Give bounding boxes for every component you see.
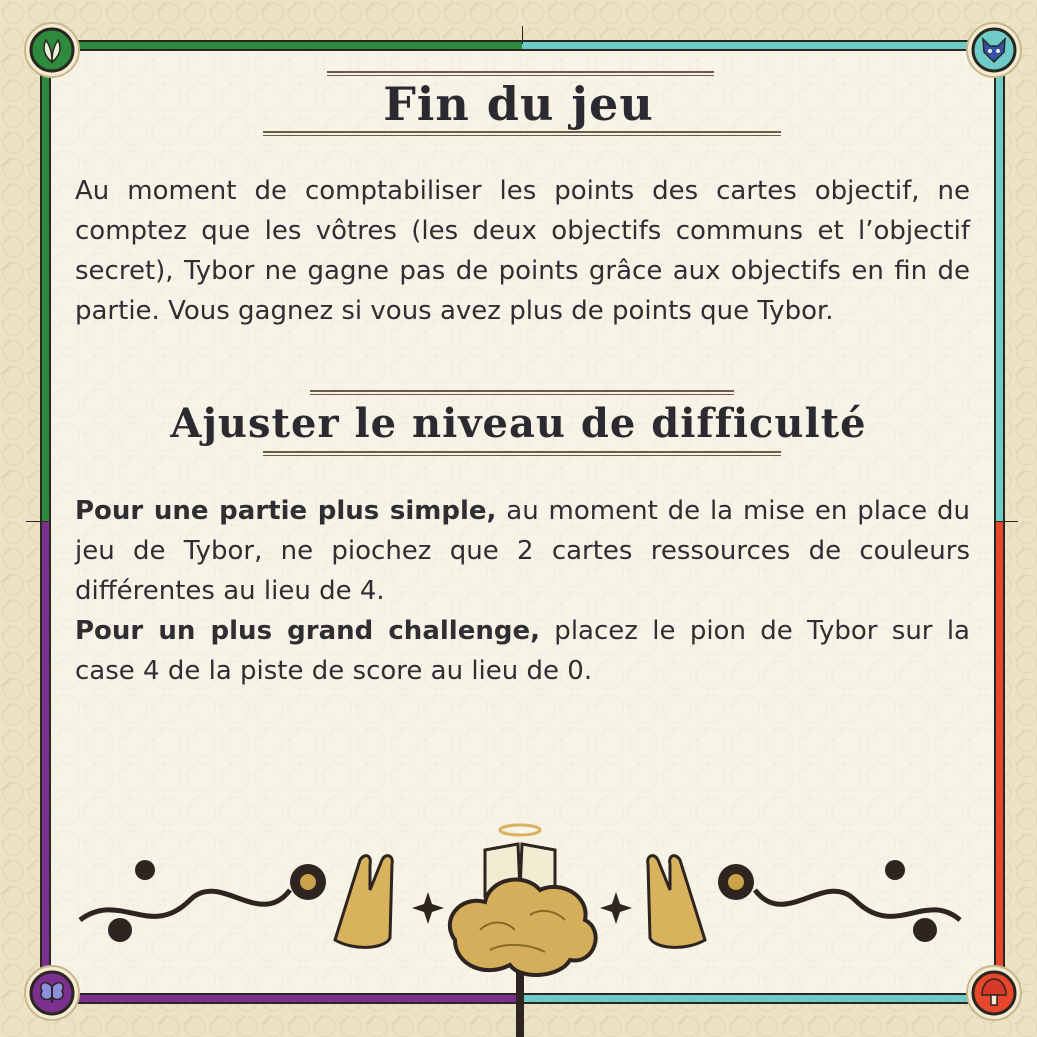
title-rule-bottom <box>263 131 781 133</box>
section-1-paragraph: Au moment de comptabiliser les points de… <box>75 171 970 331</box>
section-title-difficulty: Ajuster le niveau de difficulté <box>170 400 867 447</box>
sparkle-left-icon <box>412 892 444 924</box>
frame-top-teal <box>522 40 998 51</box>
tree-trunk <box>516 970 524 1037</box>
center-tick-top <box>522 26 523 44</box>
halo-icon <box>498 823 542 837</box>
golden-tree-canopy <box>447 877 598 978</box>
center-tick-left <box>26 521 48 522</box>
title-rule-top <box>327 71 714 73</box>
hand-left-icon <box>333 854 394 949</box>
flower-right-2 <box>913 918 937 942</box>
section-2-paragraphs: Pour une partie plus simple, au moment d… <box>75 491 970 691</box>
title-rule-bottom-thin <box>263 455 781 456</box>
title-rule-bottom <box>263 451 781 453</box>
flower-right <box>885 860 905 880</box>
vine-left <box>78 888 292 923</box>
title-rule-bottom-thin <box>263 135 781 136</box>
easy-mode-paragraph: Pour une partie plus simple, au moment d… <box>75 491 970 611</box>
hard-mode-lead: Pour un plus grand challenge, <box>75 616 540 646</box>
tree-book-ornament <box>78 823 962 1037</box>
fox-mask-icon <box>966 22 1022 78</box>
frame-top-green <box>46 40 522 51</box>
easy-mode-lead: Pour une partie plus simple, <box>75 496 497 526</box>
flower-left-2 <box>108 918 132 942</box>
frame-left-purple <box>40 521 51 997</box>
vine-right <box>753 888 962 922</box>
frame-right-red <box>994 521 1005 997</box>
title-rule-top-thin <box>310 394 734 395</box>
title-rule-top <box>310 390 734 392</box>
center-tick-right <box>996 521 1018 522</box>
flower-left <box>135 860 155 880</box>
end-game-text: Au moment de comptabiliser les points de… <box>75 176 970 326</box>
section-title-fin-du-jeu: Fin du jeu <box>383 77 654 131</box>
hand-right-icon <box>646 854 707 949</box>
leaf-icon <box>24 22 80 78</box>
hard-mode-paragraph: Pour un plus grand challenge, placez le … <box>75 611 970 691</box>
sparkle-right-icon <box>600 892 632 924</box>
